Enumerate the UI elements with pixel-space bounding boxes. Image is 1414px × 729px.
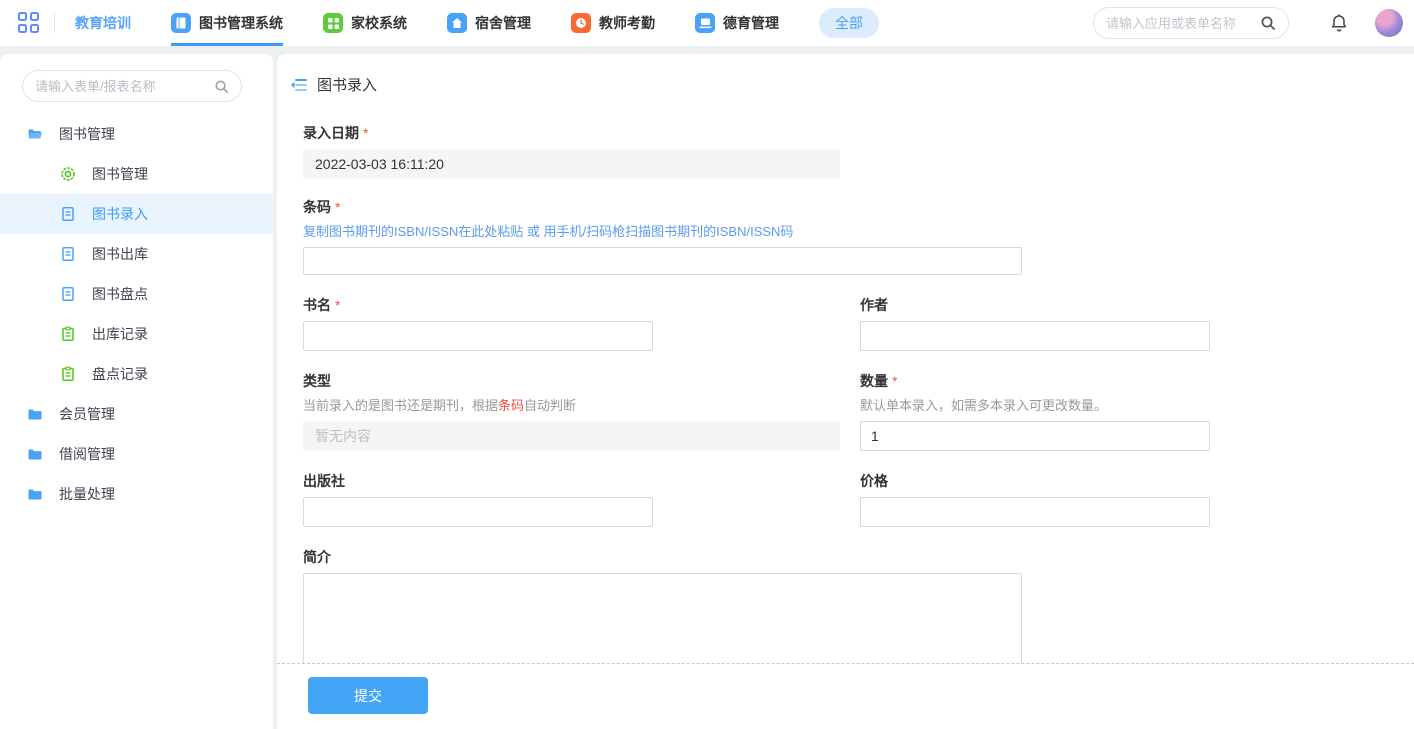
search-icon[interactable] (1260, 15, 1276, 31)
tab-label: 德育管理 (723, 13, 779, 33)
tab-education-training[interactable]: 教育培训 (75, 0, 131, 46)
sidebar-search (22, 70, 242, 102)
price-input[interactable] (860, 497, 1210, 527)
submit-button[interactable]: 提交 (308, 677, 428, 714)
quantity-hint: 默认单本录入，如需多本录入可更改数量。 (860, 397, 1210, 415)
clipboard-green-icon (60, 326, 76, 342)
sidebar-item-inventory-records[interactable]: 盘点记录 (0, 354, 273, 394)
all-apps-pill[interactable]: 全部 (819, 8, 879, 38)
tab-label: 宿舍管理 (475, 13, 531, 33)
doc-blue-icon (60, 206, 76, 222)
type-hint: 当前录入的是图书还是期刊，根据条码自动判断 (303, 397, 840, 415)
folder-icon (27, 406, 43, 422)
folder-icon (27, 486, 43, 502)
book-icon (171, 13, 191, 33)
tree-label: 图书盘点 (92, 284, 148, 304)
author-label: 作者 (860, 295, 1210, 315)
publisher-input[interactable] (303, 497, 653, 527)
tab-label: 教育培训 (75, 13, 131, 33)
required-mark: * (363, 123, 368, 143)
tree-label: 图书管理 (92, 164, 148, 184)
main-content: 图书录入 录入日期 * 条码 * 复制图书期刊的ISBN/ISSN在此处粘贴 或… (277, 54, 1414, 729)
barcode-hint: 复制图书期刊的ISBN/ISSN在此处粘贴 或 用手机/扫码枪扫描图书期刊的IS… (303, 223, 1414, 241)
entry-date-label: 录入日期 * (303, 123, 1414, 143)
notification-bell-icon[interactable] (1329, 13, 1349, 33)
app-tabs: 教育培训 图书管理系统 家校系统 宿舍管理 教师考勤 (75, 0, 819, 46)
tree-label: 图书录入 (92, 204, 148, 224)
tree-label: 图书出库 (92, 244, 148, 264)
tab-home-school-system[interactable]: 家校系统 (323, 0, 407, 46)
menu-fold-icon[interactable] (290, 77, 307, 93)
global-search (1093, 7, 1289, 39)
required-mark: * (892, 371, 897, 391)
tab-dormitory-management[interactable]: 宿舍管理 (447, 0, 531, 46)
sidebar-search-input[interactable] (35, 79, 214, 94)
tab-book-management-system[interactable]: 图书管理系统 (171, 0, 283, 46)
quantity-input[interactable] (860, 421, 1210, 451)
folder-icon (27, 446, 43, 462)
tree-label: 盘点记录 (92, 364, 148, 384)
book-entry-form: 录入日期 * 条码 * 复制图书期刊的ISBN/ISSN在此处粘贴 或 用手机/… (277, 95, 1414, 668)
book-name-input[interactable] (303, 321, 653, 351)
required-mark: * (335, 295, 340, 315)
page-title: 图书录入 (317, 74, 377, 95)
tab-label: 家校系统 (351, 13, 407, 33)
sidebar: 图书管理 图书管理 图书录入 图书出库 (0, 54, 273, 729)
tab-teacher-attendance[interactable]: 教师考勤 (571, 0, 655, 46)
tab-moral-education-management[interactable]: 德育管理 (695, 0, 779, 46)
apps-grid-icon[interactable] (18, 12, 40, 34)
barcode-label: 条码 * (303, 197, 1414, 217)
top-bar: 教育培训 图书管理系统 家校系统 宿舍管理 教师考勤 (0, 0, 1414, 46)
barcode-input[interactable] (303, 247, 1022, 275)
user-avatar[interactable] (1375, 9, 1403, 37)
quantity-label: 数量 * (860, 371, 1210, 391)
tree-label: 会员管理 (59, 404, 115, 424)
type-field[interactable] (303, 421, 840, 451)
tab-label: 图书管理系统 (199, 13, 283, 33)
intro-textarea[interactable] (303, 573, 1022, 668)
type-label: 类型 (303, 371, 840, 391)
publisher-label: 出版社 (303, 471, 840, 491)
tree-label: 批量处理 (59, 484, 115, 504)
price-label: 价格 (860, 471, 1210, 491)
search-icon[interactable] (214, 79, 229, 94)
tree-label: 图书管理 (59, 124, 115, 144)
sidebar-item-book-checkout[interactable]: 图书出库 (0, 234, 273, 274)
tab-label: 教师考勤 (599, 13, 655, 33)
sidebar-item-batch-processing[interactable]: 批量处理 (0, 474, 273, 514)
global-search-input[interactable] (1106, 16, 1260, 31)
home-icon (447, 13, 467, 33)
top-right-area (1093, 7, 1403, 39)
sidebar-item-book-entry[interactable]: 图书录入 (0, 194, 273, 234)
entry-date-field[interactable] (303, 149, 840, 179)
barcode-link[interactable]: 条码 (498, 398, 524, 413)
grid-green-icon (323, 13, 343, 33)
doc-blue-icon (60, 246, 76, 262)
author-input[interactable] (860, 321, 1210, 351)
sidebar-tree: 图书管理 图书管理 图书录入 图书出库 (0, 114, 273, 514)
sidebar-item-borrow-management[interactable]: 借阅管理 (0, 434, 273, 474)
page-body: 图书管理 图书管理 图书录入 图书出库 (0, 46, 1414, 729)
clipboard-green-icon (60, 366, 76, 382)
book-name-label: 书名 * (303, 295, 840, 315)
intro-label: 简介 (303, 547, 1414, 567)
sidebar-item-checkout-records[interactable]: 出库记录 (0, 314, 273, 354)
tree-label: 借阅管理 (59, 444, 115, 464)
tree-label: 出库记录 (92, 324, 148, 344)
target-green-icon (60, 166, 76, 182)
clock-icon (571, 13, 591, 33)
sidebar-item-book-management[interactable]: 图书管理 (0, 154, 273, 194)
content-header: 图书录入 (277, 54, 1414, 95)
laptop-icon (695, 13, 715, 33)
divider (54, 13, 55, 33)
folder-open-icon (27, 126, 43, 142)
doc-blue-icon (60, 286, 76, 302)
sidebar-item-member-management[interactable]: 会员管理 (0, 394, 273, 434)
form-footer: 提交 (277, 663, 1414, 729)
sidebar-item-book-management-folder[interactable]: 图书管理 (0, 114, 273, 154)
required-mark: * (335, 197, 340, 217)
sidebar-item-book-inventory[interactable]: 图书盘点 (0, 274, 273, 314)
